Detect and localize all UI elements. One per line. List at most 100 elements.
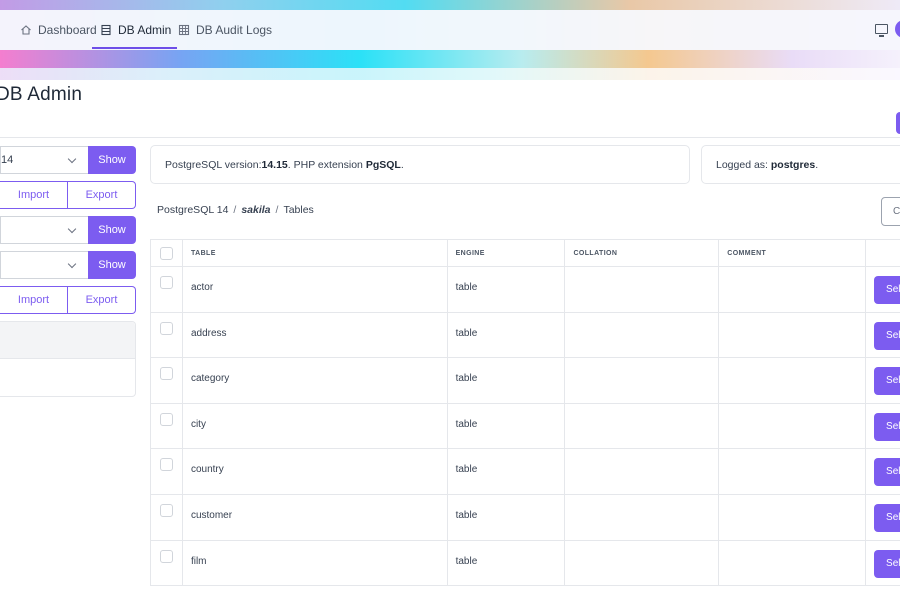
row-checkbox[interactable]	[160, 276, 173, 289]
tab-db-audit-logs[interactable]: DB Audit Logs	[178, 10, 272, 50]
select-data-button[interactable]: Sel	[874, 276, 900, 304]
extension-suffix: .	[400, 158, 404, 171]
row-actions: Sel	[866, 358, 900, 403]
table-comment	[719, 403, 867, 449]
row-checkbox[interactable]	[160, 412, 173, 426]
row-checkbox[interactable]	[160, 503, 173, 517]
row-checkbox[interactable]	[160, 458, 173, 472]
divider	[0, 137, 900, 138]
corner-action-button[interactable]	[896, 112, 900, 134]
table-collation	[565, 358, 720, 403]
table-name[interactable]: category	[183, 358, 448, 403]
version-info: PostgreSQL version: ​14.15. PHP extensio…	[150, 145, 690, 184]
chevron-down-icon	[67, 259, 77, 269]
row-checkbox[interactable]	[160, 321, 173, 335]
row-checkbox-cell	[151, 358, 183, 403]
import-button[interactable]: Import	[0, 182, 67, 208]
show-button[interactable]: Show	[88, 216, 136, 244]
select-all-cell	[151, 240, 183, 266]
extension-prefix: . PHP extension	[287, 158, 366, 171]
row-checkbox-cell	[151, 403, 183, 449]
chevron-down-icon	[67, 224, 77, 234]
table-header-row: TABLE ENGINE COLLATION COMMENT	[151, 240, 900, 267]
chevron-down-icon	[67, 154, 77, 164]
select-all-checkbox[interactable]	[160, 247, 173, 260]
export-button[interactable]: Export	[67, 287, 135, 313]
server-select-value: 14	[1, 154, 14, 166]
row-actions: Sel	[866, 449, 900, 494]
table-row: actor table Sel	[151, 267, 900, 313]
select-2[interactable]	[0, 216, 88, 244]
row-checkbox-cell	[151, 312, 183, 358]
row-actions: Sel	[866, 313, 900, 358]
select-data-button[interactable]: Sel	[874, 549, 900, 578]
table-body: actor table Sel address table Sel category tabl…	[151, 267, 900, 587]
row-checkbox-cell	[151, 494, 183, 540]
breadcrumb-separator: /	[275, 204, 279, 216]
table-name[interactable]: actor	[183, 267, 448, 312]
breadcrumb-separator: /	[233, 204, 237, 216]
select-data-button[interactable]: Sel	[874, 412, 900, 441]
import-button[interactable]: Import	[0, 287, 67, 313]
table-engine: table	[448, 403, 566, 449]
sidebar-panel-header	[0, 322, 135, 359]
table-row: customer table Sel	[151, 494, 900, 541]
tab-dashboard-label: Dashboard	[38, 23, 97, 37]
show-button[interactable]: Show	[88, 146, 136, 174]
select-group-2: Show	[0, 216, 136, 244]
version-value: 14.15	[261, 158, 288, 171]
import-export-group: Import Export	[0, 181, 136, 209]
table-name[interactable]: country	[183, 449, 448, 494]
breadcrumb-database[interactable]: sakila	[241, 204, 270, 216]
row-checkbox-cell	[151, 449, 183, 494]
table-name[interactable]: city	[183, 403, 448, 449]
row-checkbox-cell	[151, 267, 183, 312]
table-collation	[565, 494, 720, 540]
table-name[interactable]: customer	[183, 494, 448, 540]
version-prefix: PostgreSQL version:	[165, 158, 262, 171]
header-engine[interactable]: ENGINE	[448, 240, 566, 266]
table-engine: table	[448, 312, 566, 358]
table-engine: table	[448, 494, 566, 540]
row-checkbox-cell	[151, 540, 183, 586]
login-info: Logged as: postgres.	[701, 145, 900, 184]
server-select-group: 14 Show	[0, 146, 136, 174]
monitor-icon[interactable]	[875, 24, 888, 37]
select-data-button[interactable]: Sel	[874, 458, 900, 487]
row-checkbox[interactable]	[160, 367, 173, 381]
table-row: country table Sel	[151, 449, 900, 495]
table-collation	[565, 267, 720, 312]
breadcrumb: PostgreSQL 14 / sakila / Tables	[157, 204, 314, 216]
home-icon	[21, 25, 31, 35]
table-collation	[565, 540, 720, 586]
row-checkbox[interactable]	[160, 549, 173, 563]
logged-prefix: Logged as:	[716, 158, 771, 171]
table-collation	[565, 403, 720, 449]
right-outline-button[interactable]: C	[881, 197, 900, 226]
gradient-fade	[0, 68, 900, 80]
row-actions: Sel	[866, 404, 900, 449]
tab-db-audit-logs-label: DB Audit Logs	[196, 23, 273, 37]
select-group-3: Show	[0, 251, 136, 279]
table-name[interactable]: address	[183, 312, 448, 358]
page-title: DB Admin	[0, 84, 83, 105]
server-select[interactable]: 14	[0, 146, 88, 174]
breadcrumb-server[interactable]: PostgreSQL 14	[157, 204, 228, 216]
grid-icon	[178, 24, 190, 36]
tab-db-admin-label: DB Admin	[118, 23, 172, 37]
select-data-button[interactable]: Sel	[874, 503, 900, 532]
show-button[interactable]: Show	[88, 251, 136, 279]
export-button[interactable]: Export	[67, 182, 135, 208]
select-data-button[interactable]: Sel	[874, 321, 900, 350]
table-collation	[565, 312, 720, 358]
header-table[interactable]: TABLE	[183, 240, 448, 266]
tab-db-admin[interactable]: DB Admin	[91, 10, 178, 50]
select-data-button[interactable]: Sel	[874, 367, 900, 396]
table-row: address table Sel	[151, 312, 900, 359]
header-comment[interactable]: COMMENT	[719, 240, 867, 266]
extension-value: PgSQL	[365, 158, 401, 171]
table-name[interactable]: film	[183, 540, 448, 586]
header-collation[interactable]: COLLATION	[565, 240, 720, 266]
select-3[interactable]	[0, 251, 88, 279]
tab-dashboard[interactable]: Dashboard	[20, 10, 97, 50]
